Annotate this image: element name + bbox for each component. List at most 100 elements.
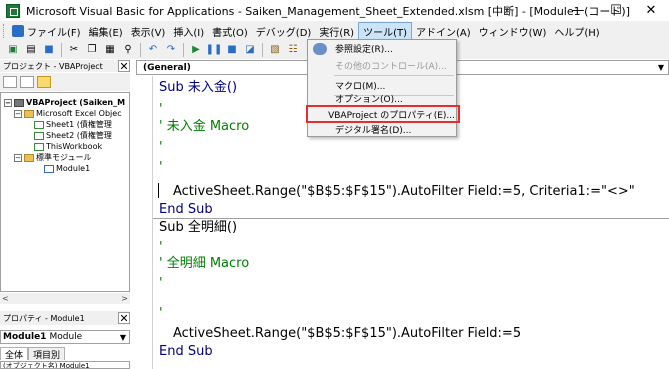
menu-item-additional-controls-label: その他のコントロール(A)... [335, 62, 447, 72]
close-button[interactable]: ✕ [633, 0, 669, 21]
collapse-icon[interactable]: − [14, 153, 22, 162]
menu-insert[interactable]: 挿入(I) [169, 22, 208, 40]
menu-edit[interactable]: 編集(E) [85, 22, 127, 40]
menu-window[interactable]: ウィンドウ(W) [475, 22, 551, 40]
save-icon[interactable]: ■ [42, 43, 56, 57]
code-line-comment-macro2[interactable]: ' 全明細 Macro [159, 256, 249, 272]
tree-item-thisworkbook-label: ThisWorkbook [46, 142, 103, 151]
code-line-comment[interactable]: ' [159, 140, 163, 156]
code-line-stmt1[interactable]: ActiveSheet.Range("$B$5:$F$15").AutoFilt… [173, 184, 635, 200]
tree-item-sheet2-label: Sheet2 (債権管理 [46, 131, 112, 140]
project-pane-header: プロジェクト - VBAProject ✕ [0, 60, 130, 73]
scroll-left-icon[interactable]: < [2, 294, 9, 303]
tree-item-thisworkbook[interactable]: ThisWorkbook [34, 141, 102, 152]
undo-icon[interactable]: ↶ [146, 43, 160, 57]
collapse-icon[interactable]: − [4, 98, 12, 107]
code-line-sub1[interactable]: Sub 未入金() [159, 80, 237, 96]
code-margin-indicator-bar[interactable] [136, 76, 153, 369]
tree-item-excel-objects[interactable]: − Microsoft Excel Objec [14, 108, 122, 119]
paste-icon[interactable]: ▦ [103, 43, 117, 57]
code-line-comment[interactable]: ' [159, 102, 163, 118]
tree-item-sheet1-label: Sheet1 (債権管理 [46, 120, 112, 129]
tree-item-project[interactable]: − VBAProject (Saiken_M [4, 97, 125, 108]
tree-item-sheet1[interactable]: Sheet1 (債権管理 [34, 119, 112, 130]
project-pane-close-button[interactable]: ✕ [118, 60, 130, 73]
workbook-icon [34, 142, 44, 151]
tree-item-sheet2[interactable]: Sheet2 (債権管理 [34, 130, 112, 141]
code-line-comment-macro1[interactable]: ' 未入金 Macro [159, 119, 249, 135]
code-line-comment[interactable]: ' [159, 240, 163, 256]
properties-object-type: Module [49, 332, 83, 342]
blank-icon [313, 60, 327, 72]
break-icon[interactable]: ❚❚ [206, 43, 223, 57]
redo-icon[interactable]: ↷ [164, 43, 178, 57]
properties-pane-close-button[interactable]: ✕ [118, 312, 130, 325]
folder-icon [24, 109, 34, 118]
toolbar-separator [61, 43, 62, 57]
window-title: Microsoft Visual Basic for Applications … [26, 4, 631, 18]
tab-categorized[interactable]: 項目別 [28, 347, 66, 361]
design-mode-icon[interactable]: ◪ [243, 43, 257, 57]
blank-icon [313, 93, 327, 105]
tree-item-std-modules[interactable]: − 標準モジュール [14, 152, 91, 163]
find-icon[interactable]: ⚲ [121, 43, 135, 57]
reset-icon[interactable]: ■ [225, 43, 239, 57]
menu-format[interactable]: 書式(O) [208, 22, 252, 40]
chevron-down-icon[interactable]: ▼ [654, 63, 668, 72]
menu-addins[interactable]: アドイン(A) [412, 22, 475, 40]
copy-icon[interactable]: ❐ [85, 43, 99, 57]
menu-debug[interactable]: デバッグ(D) [252, 22, 316, 40]
menu-help[interactable]: ヘルプ(H) [550, 22, 603, 40]
tree-item-excel-objects-label: Microsoft Excel Objec [36, 109, 122, 118]
menubar-grip [3, 24, 6, 38]
menu-item-digital-signature[interactable]: デジタル署名(D)... [309, 121, 455, 138]
cut-icon[interactable]: ✂ [67, 43, 81, 57]
menu-item-additional-controls[interactable]: その他のコントロール(A)... [309, 57, 455, 74]
chevron-down-icon[interactable]: ▼ [117, 333, 129, 342]
code-line-sub2[interactable]: Sub 全明細() [159, 220, 237, 236]
minimize-button[interactable]: — [560, 0, 596, 21]
tree-item-module1[interactable]: Module1 [44, 163, 90, 174]
worksheet-icon [34, 131, 44, 140]
run-icon[interactable]: ▶ [189, 43, 203, 57]
code-line-comment[interactable]: ' [159, 276, 163, 292]
blank-icon [313, 124, 327, 136]
project-pane-title: プロジェクト - VBAProject [3, 61, 103, 71]
menu-view[interactable]: 表示(V) [127, 22, 170, 40]
collapse-icon[interactable]: − [14, 109, 22, 118]
title-bar: Microsoft Visual Basic for Applications … [0, 0, 669, 21]
folder-icon [24, 153, 34, 162]
property-row[interactable]: (オブジェクト名) Module1 [0, 361, 130, 369]
code-line-comment[interactable]: ' [159, 160, 163, 176]
properties-window-icon[interactable]: ☷ [286, 43, 300, 57]
properties-pane-header: プロパティ - Module1 ✕ [0, 311, 130, 325]
code-line-end1[interactable]: End Sub [159, 202, 213, 218]
menu-file-label: ファイル(F) [27, 27, 81, 39]
properties-object-select[interactable]: Module1 Module ▼ [0, 330, 130, 344]
view-excel-icon[interactable]: ▣ [6, 43, 20, 57]
code-line-stmt2[interactable]: ActiveSheet.Range("$B$5:$F$15").AutoFilt… [173, 326, 521, 342]
view-code-icon[interactable] [3, 76, 17, 88]
menu-item-references[interactable]: 参照設定(R)... [309, 40, 455, 57]
tab-alphabetic[interactable]: 全体 [0, 347, 29, 361]
menu-bar: ファイル(F) 編集(E) 表示(V) 挿入(I) 書式(O) デバッグ(D) … [0, 21, 669, 41]
tree-item-module1-label: Module1 [56, 164, 91, 173]
menu-file[interactable]: ファイル(F) [8, 22, 85, 40]
properties-object-name: Module1 [3, 332, 47, 342]
vba-icon [12, 25, 24, 37]
properties-tabs: 全体 項目別 [0, 346, 130, 361]
scroll-right-icon[interactable]: > [121, 294, 128, 303]
excel-app-icon [6, 3, 20, 18]
toggle-folders-icon[interactable] [37, 76, 51, 88]
vbaproject-icon [14, 98, 24, 107]
menu-separator [334, 75, 454, 76]
code-line-comment[interactable]: ' [159, 306, 163, 322]
menu-run[interactable]: 実行(R) [315, 22, 358, 40]
insert-module-icon[interactable]: ▤ [24, 43, 38, 57]
menu-tools[interactable]: ツール(T) [358, 22, 412, 40]
view-object-icon[interactable] [20, 76, 34, 88]
project-explorer-icon[interactable]: ▧ [268, 43, 282, 57]
project-tree-hscrollbar[interactable]: < > [0, 293, 130, 304]
maximize-button[interactable]: ☐ [598, 0, 634, 21]
code-line-end2[interactable]: End Sub [159, 344, 213, 360]
